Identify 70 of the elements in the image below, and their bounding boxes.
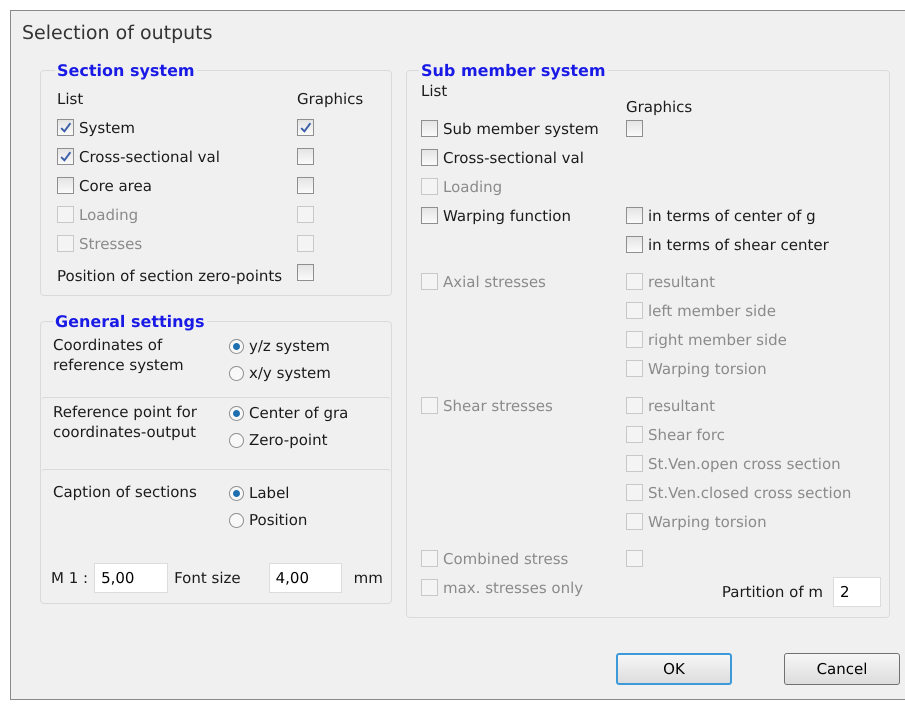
setting-label: Reference point for coordinates-output	[53, 402, 198, 443]
checkbox[interactable]	[57, 148, 74, 165]
checkbox-label: Warping torsion	[648, 512, 767, 530]
checkbox[interactable]	[626, 207, 643, 224]
checkbox-label: resultant	[648, 272, 716, 290]
partition-field[interactable]: 2	[833, 577, 881, 607]
checkbox-label: right member side	[648, 330, 787, 348]
checkbox-label: left member side	[648, 302, 776, 320]
checkbox-label: Shear forc	[648, 426, 725, 444]
checkbox[interactable]	[626, 236, 643, 253]
checkbox[interactable]	[626, 120, 643, 137]
radio-button[interactable]	[229, 512, 244, 528]
scale-field[interactable]: 5,00	[94, 563, 168, 593]
checkbox-label: in terms of center of g	[648, 206, 816, 224]
checkbox-label: Shear stresses	[443, 396, 553, 414]
setting-label: Coordinates of reference system	[53, 335, 185, 376]
checkbox-label: Warping function	[443, 206, 571, 224]
window-title: Selection of outputs	[22, 22, 213, 44]
scale-label: M 1 :	[51, 569, 88, 587]
checkbox-label: max. stresses only	[443, 578, 584, 596]
checkbox-label: Axial stresses	[443, 272, 546, 290]
font-size-field[interactable]: 4,00	[268, 563, 342, 593]
radio-button[interactable]	[229, 486, 244, 500]
checkbox[interactable]	[57, 119, 74, 136]
radio-button[interactable]	[229, 338, 244, 354]
group-title: General settings	[54, 312, 206, 331]
checkbox-label: St.Ven.open cross section	[648, 454, 841, 472]
column-header: List	[57, 90, 84, 108]
checkbox[interactable]	[297, 177, 314, 194]
setting-label: Caption of sections	[53, 482, 198, 503]
checkbox[interactable]	[297, 119, 314, 136]
checkbox-label: Loading	[79, 206, 138, 224]
column-header: List	[421, 82, 448, 100]
radio-button[interactable]	[229, 432, 244, 448]
column-header: Graphics	[297, 90, 364, 108]
checkbox-label: in terms of shear center	[648, 236, 829, 254]
checkbox-label: Sub member system	[443, 120, 599, 138]
radio-button[interactable]	[229, 406, 244, 420]
checkbox-label: Loading	[443, 178, 502, 196]
checkbox-label: Stresses	[79, 234, 142, 252]
checkbox-label: System	[79, 118, 135, 136]
cancel-button[interactable]: Cancel	[784, 653, 900, 685]
group-title: Sub member system	[420, 61, 607, 80]
checkbox[interactable]	[421, 207, 438, 224]
checkbox-label: Cross-sectional val	[79, 148, 220, 166]
radio-label: x/y system	[249, 364, 331, 382]
radio-label: Position	[249, 511, 308, 529]
checkbox-label: St.Ven.closed cross section	[648, 484, 852, 502]
radio-label: Zero-point	[249, 431, 328, 449]
partition-label: Partition of m	[722, 583, 823, 601]
checkbox-label: Warping torsion	[648, 360, 767, 378]
ok-button[interactable]: OK	[616, 653, 732, 685]
unit-label: mm	[354, 569, 383, 587]
checkbox[interactable]	[297, 264, 314, 281]
checkbox-label: resultant	[648, 396, 716, 414]
radio-label: y/z system	[249, 337, 330, 355]
font-size-label: Font size	[174, 569, 241, 587]
radio-label: Center of gra	[249, 404, 348, 422]
checkbox[interactable]	[421, 120, 438, 137]
column-header: Graphics	[626, 98, 692, 116]
radio-label: Label	[249, 484, 290, 502]
checkbox[interactable]	[297, 148, 314, 165]
checkbox-label: Cross-sectional val	[443, 148, 584, 166]
group-title: Section system	[56, 61, 196, 80]
checkbox-label: Core area	[79, 176, 152, 194]
checkbox-label: Position of section zero-points	[57, 266, 284, 284]
checkbox[interactable]	[57, 177, 74, 194]
radio-button[interactable]	[229, 366, 244, 380]
checkbox-label: Combined stress	[443, 550, 568, 568]
checkbox[interactable]	[421, 149, 438, 166]
